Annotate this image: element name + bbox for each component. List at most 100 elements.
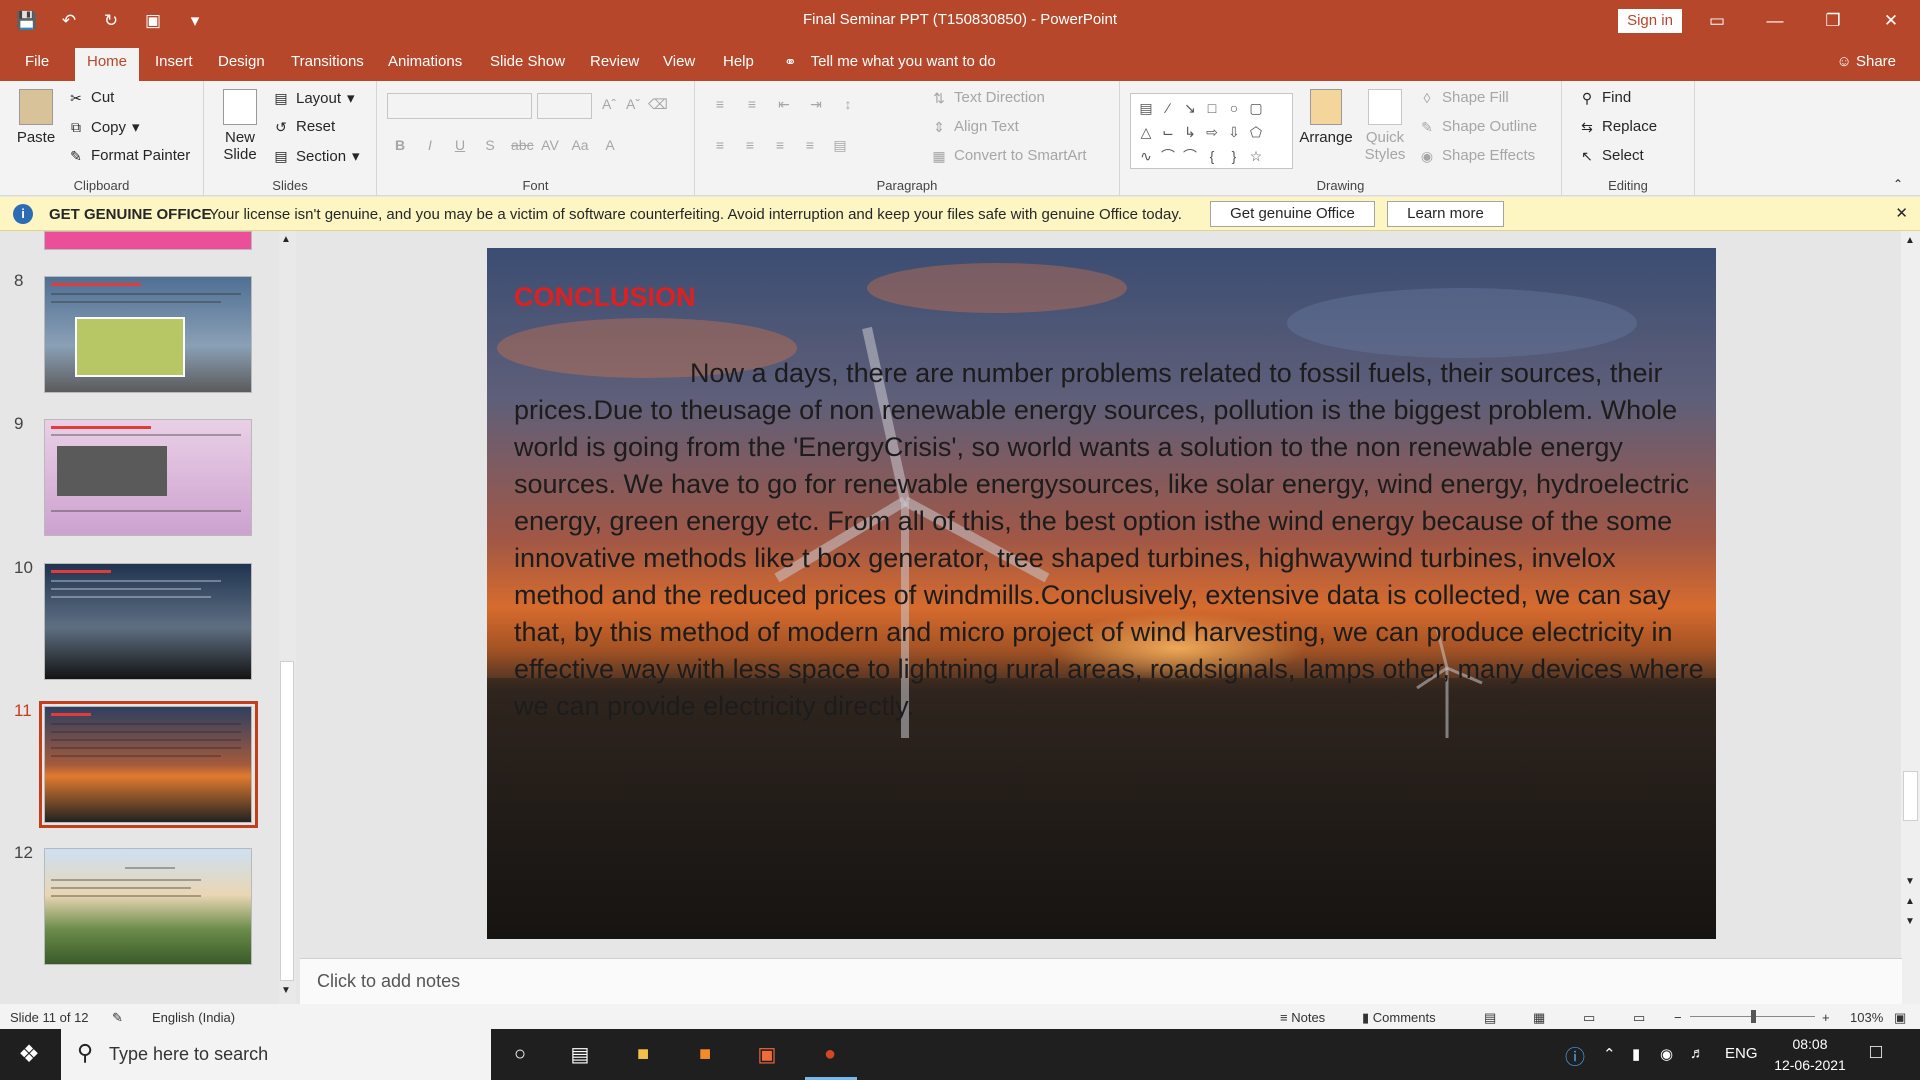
slide-thumbnail[interactable]	[44, 276, 252, 393]
slide-thumbnail[interactable]	[44, 563, 252, 680]
brace-right-icon[interactable]: }	[1223, 144, 1245, 168]
fit-to-window-icon[interactable]: ▣	[1894, 1010, 1906, 1026]
right-arrow-icon[interactable]: ⇨	[1201, 120, 1223, 144]
triangle-icon[interactable]: △	[1135, 120, 1157, 144]
sign-in-button[interactable]: Sign in	[1618, 9, 1682, 33]
restore-icon[interactable]: ❐	[1804, 0, 1862, 41]
tab-animations[interactable]: Animations	[388, 53, 462, 70]
find-button[interactable]: ⚲ Find	[1578, 89, 1631, 106]
star-icon[interactable]: ☆	[1245, 144, 1267, 168]
language-indicator[interactable]: English (India)	[152, 1010, 235, 1025]
copy-button[interactable]: ⧉ Copy ▾	[67, 118, 140, 137]
replace-button[interactable]: ⇆ Replace	[1578, 118, 1657, 135]
slide-sorter-icon[interactable]: ▦	[1533, 1010, 1545, 1026]
close-icon[interactable]: ✕	[1862, 0, 1920, 41]
tab-review[interactable]: Review	[590, 53, 639, 70]
bold-icon[interactable]: B	[391, 137, 409, 153]
arrange-button[interactable]: Arrange	[1296, 89, 1356, 146]
slide-body-text[interactable]: Now a days, there are number problems re…	[514, 355, 1704, 725]
slide-thumbnail[interactable]	[44, 231, 252, 250]
down-arrow-icon[interactable]: ⇩	[1223, 120, 1245, 144]
zoom-slider-thumb[interactable]	[1751, 1010, 1756, 1023]
tab-file[interactable]: File	[25, 53, 49, 70]
file-explorer-icon[interactable]: ■	[628, 1039, 658, 1069]
powerpoint-icon[interactable]: ●	[815, 1039, 845, 1069]
scroll-down-icon[interactable]: ▼	[281, 985, 291, 996]
rounded-rect-icon[interactable]: ▢	[1245, 96, 1267, 120]
scroll-up-icon[interactable]: ▲	[1905, 235, 1915, 246]
spellcheck-icon[interactable]: ✎	[112, 1010, 123, 1026]
cut-button[interactable]: ✂ Cut	[67, 89, 114, 106]
text-direction-button[interactable]: ⇅ Text Direction	[930, 89, 1045, 106]
elbow-arrow-icon[interactable]: ↳	[1179, 120, 1201, 144]
minimize-icon[interactable]: —	[1746, 0, 1804, 41]
tell-me-box[interactable]: ⚭ Tell me what you want to do	[784, 53, 996, 71]
normal-view-icon[interactable]: ▤	[1484, 1010, 1496, 1026]
paste-button[interactable]: Paste	[14, 89, 58, 146]
shape-effects-button[interactable]: ◉ Shape Effects	[1418, 147, 1535, 164]
brace-left-icon[interactable]: {	[1201, 144, 1223, 168]
shadow-icon[interactable]: S	[481, 137, 499, 153]
scroll-thumb[interactable]	[1903, 771, 1918, 821]
zoom-out-icon[interactable]: −	[1674, 1010, 1682, 1025]
decrease-indent-icon[interactable]: ⇤	[775, 96, 793, 112]
new-slide-button[interactable]: New Slide	[216, 89, 264, 163]
section-button[interactable]: ▤ Section ▾	[272, 147, 359, 166]
slide-thumbnail[interactable]	[44, 419, 252, 536]
arrow-line-icon[interactable]: ↘	[1179, 96, 1201, 120]
char-spacing-icon[interactable]: AV	[541, 137, 559, 153]
share-button[interactable]: ☺ Share	[1836, 53, 1896, 70]
line-spacing-icon[interactable]: ↕	[839, 96, 857, 112]
notes-toggle[interactable]: ≡ Notes	[1280, 1010, 1325, 1025]
learn-more-button[interactable]: Learn more	[1387, 201, 1504, 227]
align-right-icon[interactable]: ≡	[771, 137, 789, 153]
pentagon-icon[interactable]: ⬠	[1245, 120, 1267, 144]
battery-icon[interactable]: ▮	[1632, 1045, 1640, 1063]
shape-fill-button[interactable]: ◊ Shape Fill	[1418, 89, 1509, 106]
volume-icon[interactable]: ♬	[1690, 1045, 1705, 1062]
tab-slide-show[interactable]: Slide Show	[490, 53, 565, 70]
slide-title[interactable]: CONCLUSION	[514, 282, 696, 313]
taskbar-search[interactable]: ⚲ Type here to search	[61, 1029, 491, 1080]
font-name-select[interactable]	[387, 93, 532, 119]
tab-home[interactable]: Home	[75, 48, 140, 81]
tab-help[interactable]: Help	[723, 53, 754, 70]
get-genuine-button[interactable]: Get genuine Office	[1210, 201, 1375, 227]
grow-font-icon[interactable]: Aˆ	[600, 96, 618, 112]
zoom-level[interactable]: 103%	[1850, 1010, 1883, 1025]
scroll-down-icon[interactable]: ▼	[1905, 876, 1915, 887]
next-slide-icon[interactable]: ▼	[1905, 916, 1915, 927]
shapes-gallery[interactable]: ▤ ∕ ↘ □ ○ ▢ △ ⌙ ↳ ⇨ ⇩ ⬠ ∿ ⌒ ⌒{} ☆	[1130, 93, 1293, 169]
previous-slide-icon[interactable]: ▲	[1905, 896, 1915, 907]
quick-styles-button[interactable]: Quick Styles	[1360, 89, 1410, 163]
network-icon[interactable]: ◉	[1660, 1045, 1673, 1063]
zoom-in-icon[interactable]: +	[1822, 1010, 1830, 1025]
curve-icon[interactable]: ⌒	[1157, 144, 1179, 168]
help-icon[interactable]: ⓘ	[1565, 1041, 1585, 1070]
slide-thumbnail[interactable]	[44, 848, 252, 965]
xampp-icon[interactable]: ▣	[752, 1039, 782, 1069]
sublime-icon[interactable]: ■	[690, 1039, 720, 1069]
thumbnail-scrollbar[interactable]: ▲ ▼	[279, 231, 296, 1004]
freeform-icon[interactable]: ∿	[1135, 144, 1157, 168]
chevron-up-icon[interactable]: ⌃	[1603, 1045, 1616, 1063]
language-indicator[interactable]: ENG	[1725, 1045, 1758, 1062]
align-left-icon[interactable]: ≡	[711, 137, 729, 153]
increase-indent-icon[interactable]: ⇥	[807, 96, 825, 112]
editor-scrollbar[interactable]: ▲ ▼ ▲ ▼	[1901, 231, 1920, 1004]
ribbon-display-icon[interactable]: ▭	[1688, 0, 1746, 41]
comments-toggle[interactable]: ▮ Comments	[1362, 1010, 1436, 1026]
shrink-font-icon[interactable]: Aˇ	[624, 96, 642, 112]
scroll-thumb[interactable]	[280, 661, 294, 981]
font-color-icon[interactable]: A	[601, 137, 619, 153]
tab-transitions[interactable]: Transitions	[291, 53, 364, 70]
underline-icon[interactable]: U	[451, 137, 469, 153]
arc-icon[interactable]: ⌒	[1179, 144, 1201, 168]
windows-start-icon[interactable]: ❖	[14, 1039, 44, 1069]
close-icon[interactable]: ✕	[1895, 204, 1908, 222]
reset-button[interactable]: ↺ Reset	[272, 118, 335, 135]
select-button[interactable]: ↖ Select	[1578, 147, 1644, 164]
collapse-ribbon-icon[interactable]: ⌃	[1893, 177, 1903, 191]
slideshow-view-icon[interactable]: ▭	[1633, 1010, 1645, 1026]
justify-icon[interactable]: ≡	[801, 137, 819, 153]
